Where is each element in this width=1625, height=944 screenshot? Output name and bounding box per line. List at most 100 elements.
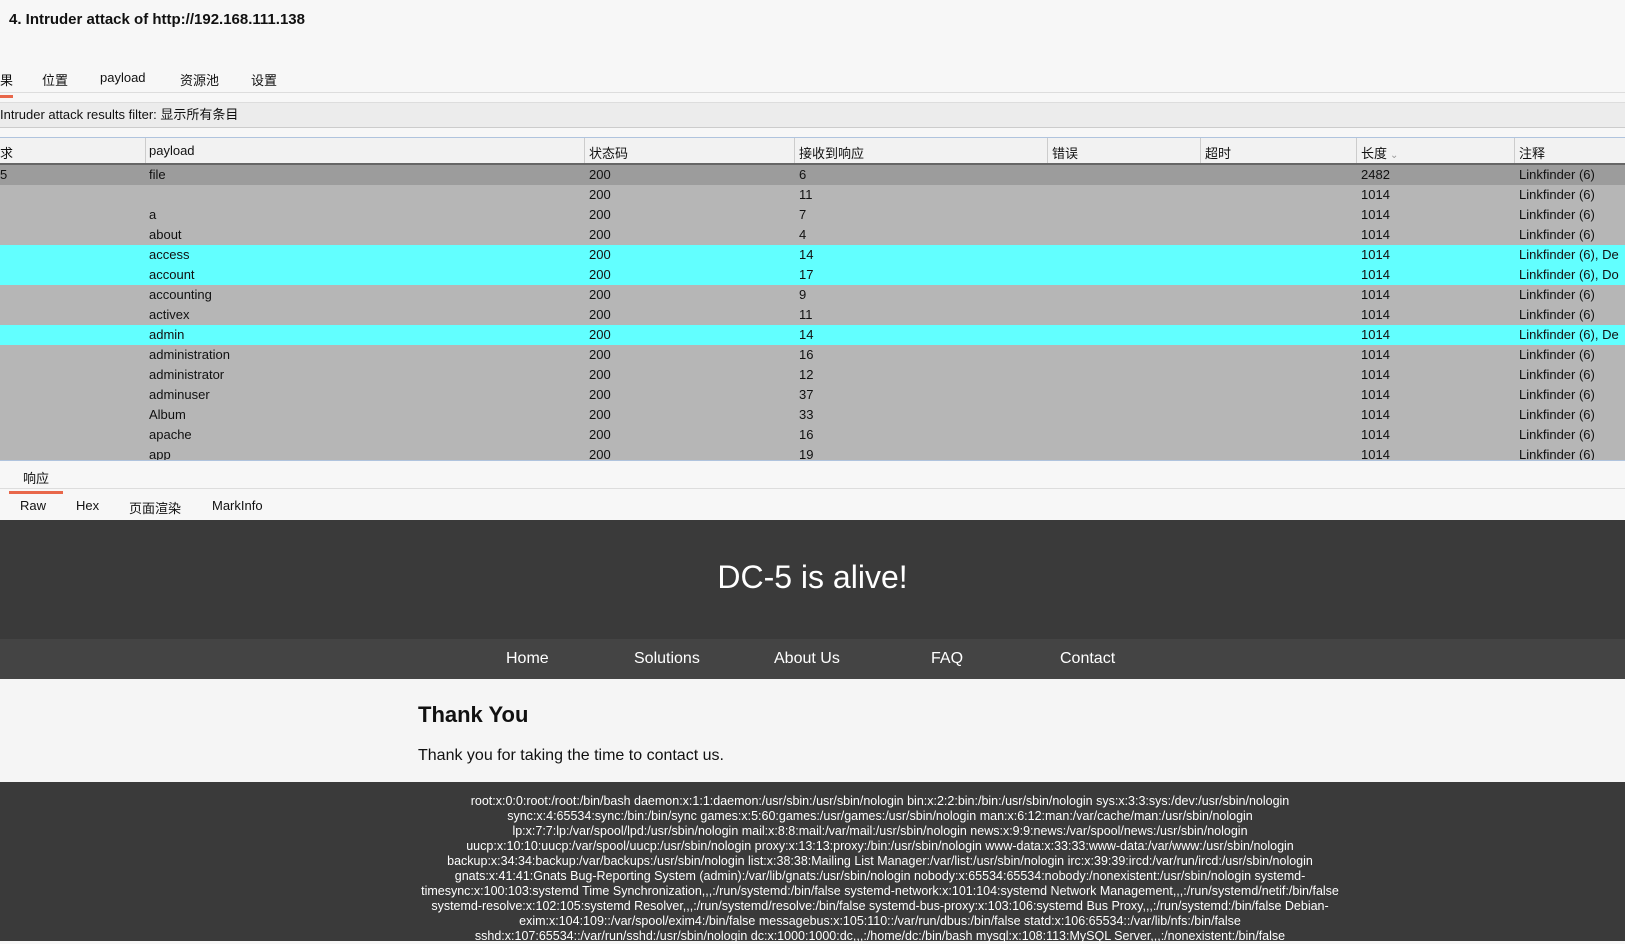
- table-row[interactable]: apache 200 16 1014 Linkfinder (6): [0, 425, 1625, 445]
- table-row[interactable]: account 200 17 1014 Linkfinder (6), Do: [0, 265, 1625, 285]
- cell-status: 200: [589, 227, 611, 242]
- table-row[interactable]: access 200 14 1014 Linkfinder (6), De: [0, 245, 1625, 265]
- cell-comment: Linkfinder (6): [1519, 307, 1595, 322]
- cell-status: 200: [589, 407, 611, 422]
- tab-results[interactable]: 果: [0, 70, 14, 98]
- cell-comment: Linkfinder (6), De: [1519, 327, 1619, 342]
- cell-resp: 11: [799, 307, 813, 322]
- cell-req: 5: [0, 167, 8, 182]
- table-row[interactable]: 5 file 200 6 2482 Linkfinder (6): [0, 165, 1625, 185]
- col-error[interactable]: 错误: [1052, 143, 1078, 162]
- tab-settings[interactable]: 设置: [251, 70, 277, 95]
- cell-comment: Linkfinder (6): [1519, 427, 1595, 442]
- column-divider: [1200, 138, 1201, 163]
- col-comment[interactable]: 注释: [1519, 143, 1545, 162]
- table-row[interactable]: adminuser 200 37 1014 Linkfinder (6): [0, 385, 1625, 405]
- cell-payload: admin: [149, 327, 185, 342]
- cell-status: 200: [589, 367, 611, 382]
- table-row[interactable]: a 200 7 1014 Linkfinder (6): [0, 205, 1625, 225]
- col-request[interactable]: 求: [0, 143, 13, 162]
- tab-hex[interactable]: Hex: [76, 498, 99, 518]
- passwd-line: sshd:x:107:65534::/var/run/sshd:/usr/sbi…: [474, 929, 1286, 943]
- passwd-line: root:x:0:0:root:/root:/bin/bash daemon:x…: [470, 794, 1290, 808]
- passwd-line: sync:x:4:65534:sync:/bin:/bin/sync games…: [507, 809, 1253, 823]
- col-payload[interactable]: payload: [149, 143, 195, 158]
- cell-comment: Linkfinder (6): [1519, 187, 1595, 202]
- cell-comment: Linkfinder (6): [1519, 287, 1595, 302]
- cell-length: 1014: [1361, 387, 1390, 402]
- col-length[interactable]: 长度 ⌄: [1361, 143, 1398, 162]
- table-row[interactable]: Album 200 33 1014 Linkfinder (6): [0, 405, 1625, 425]
- tab-positions[interactable]: 位置: [42, 70, 68, 95]
- nav-solutions[interactable]: Solutions: [634, 650, 700, 668]
- table-row[interactable]: about 200 4 1014 Linkfinder (6): [0, 225, 1625, 245]
- table-row[interactable]: administrator 200 12 1014 Linkfinder (6): [0, 365, 1625, 385]
- passwd-line: exim:x:104:109::/var/spool/exim4:/bin/fa…: [519, 914, 1241, 928]
- table-row[interactable]: app 200 19 1014 Linkfinder (6): [0, 445, 1625, 461]
- thank-you-text: Thank you for taking the time to contact…: [418, 747, 724, 764]
- thank-you-heading: Thank You: [418, 702, 529, 727]
- nav-about-us[interactable]: About Us: [774, 650, 840, 668]
- passwd-line: gnats:x:41:41:Gnats Bug-Reporting System…: [454, 869, 1306, 883]
- passwd-line: systemd-resolve:x:102:105:systemd Resolv…: [431, 899, 1329, 913]
- table-row[interactable]: activex 200 11 1014 Linkfinder (6): [0, 305, 1625, 325]
- cell-comment: Linkfinder (6): [1519, 207, 1595, 222]
- cell-status: 200: [589, 387, 611, 402]
- cell-comment: Linkfinder (6): [1519, 387, 1595, 402]
- cell-length: 1014: [1361, 307, 1390, 322]
- cell-payload: administration: [149, 347, 230, 362]
- results-filter-bar[interactable]: Intruder attack results filter: 显示所有条目: [0, 102, 1625, 128]
- cell-length: 1014: [1361, 327, 1390, 342]
- col-timeout[interactable]: 超时: [1205, 143, 1231, 162]
- cell-status: 200: [589, 207, 611, 222]
- cell-length: 1014: [1361, 427, 1390, 442]
- cell-status: 200: [589, 427, 611, 442]
- cell-payload: apache: [149, 427, 192, 442]
- cell-payload: activex: [149, 307, 190, 322]
- cell-status: 200: [589, 447, 611, 461]
- cell-comment: Linkfinder (6), De: [1519, 247, 1619, 262]
- col-length-label: 长度: [1361, 146, 1388, 161]
- tab-resource-pool[interactable]: 资源池: [180, 70, 219, 95]
- table-row[interactable]: 200 11 1014 Linkfinder (6): [0, 185, 1625, 205]
- table-row[interactable]: administration 200 16 1014 Linkfinder (6): [0, 345, 1625, 365]
- tab-raw[interactable]: Raw: [20, 498, 46, 518]
- cell-resp: 16: [799, 347, 814, 362]
- cell-payload: account: [149, 267, 195, 282]
- cell-status: 200: [589, 327, 611, 342]
- column-divider: [584, 138, 585, 163]
- cell-length: 1014: [1361, 207, 1390, 222]
- sort-desc-icon: ⌄: [1390, 150, 1399, 161]
- nav-contact[interactable]: Contact: [1060, 650, 1115, 668]
- col-status[interactable]: 状态码: [589, 143, 628, 162]
- tab-markinfo[interactable]: MarkInfo: [212, 498, 263, 518]
- cell-comment: Linkfinder (6): [1519, 367, 1595, 382]
- cell-length: 1014: [1361, 287, 1390, 302]
- cell-resp: 14: [799, 247, 814, 262]
- cell-length: 1014: [1361, 267, 1390, 282]
- tab-response[interactable]: 响应: [9, 468, 64, 494]
- cell-resp: 33: [799, 407, 814, 422]
- cell-resp: 19: [799, 447, 814, 461]
- passwd-line: uucp:x:10:10:uucp:/var/spool/uucp:/usr/s…: [466, 839, 1294, 853]
- cell-status: 200: [589, 307, 611, 322]
- cell-length: 2482: [1361, 167, 1390, 182]
- cell-comment: Linkfinder (6): [1519, 347, 1595, 362]
- nav-home[interactable]: Home: [506, 650, 549, 668]
- cell-payload: accounting: [149, 287, 212, 302]
- results-table: 求 payload 状态码 接收到响应 错误 超时 长度 ⌄ 注释 5 file 20…: [0, 137, 1625, 461]
- col-response-received[interactable]: 接收到响应: [799, 143, 864, 162]
- table-row[interactable]: admin 200 14 1014 Linkfinder (6), De: [0, 325, 1625, 345]
- detail-tabs: 响应: [0, 464, 1625, 494]
- nav-faq[interactable]: FAQ: [931, 650, 963, 668]
- cell-resp: 17: [799, 267, 814, 282]
- table-row[interactable]: accounting 200 9 1014 Linkfinder (6): [0, 285, 1625, 305]
- tab-payload[interactable]: payload: [100, 70, 146, 91]
- cell-resp: 12: [799, 367, 814, 382]
- cell-payload: a: [149, 207, 157, 222]
- passwd-line: backup:x:34:34:backup:/var/backups:/usr/…: [447, 854, 1313, 868]
- cell-status: 200: [589, 247, 611, 262]
- cell-resp: 9: [799, 287, 807, 302]
- window-title: 4. Intruder attack of http://192.168.111…: [9, 11, 305, 28]
- table-header: 求 payload 状态码 接收到响应 错误 超时 长度 ⌄ 注释: [0, 138, 1625, 165]
